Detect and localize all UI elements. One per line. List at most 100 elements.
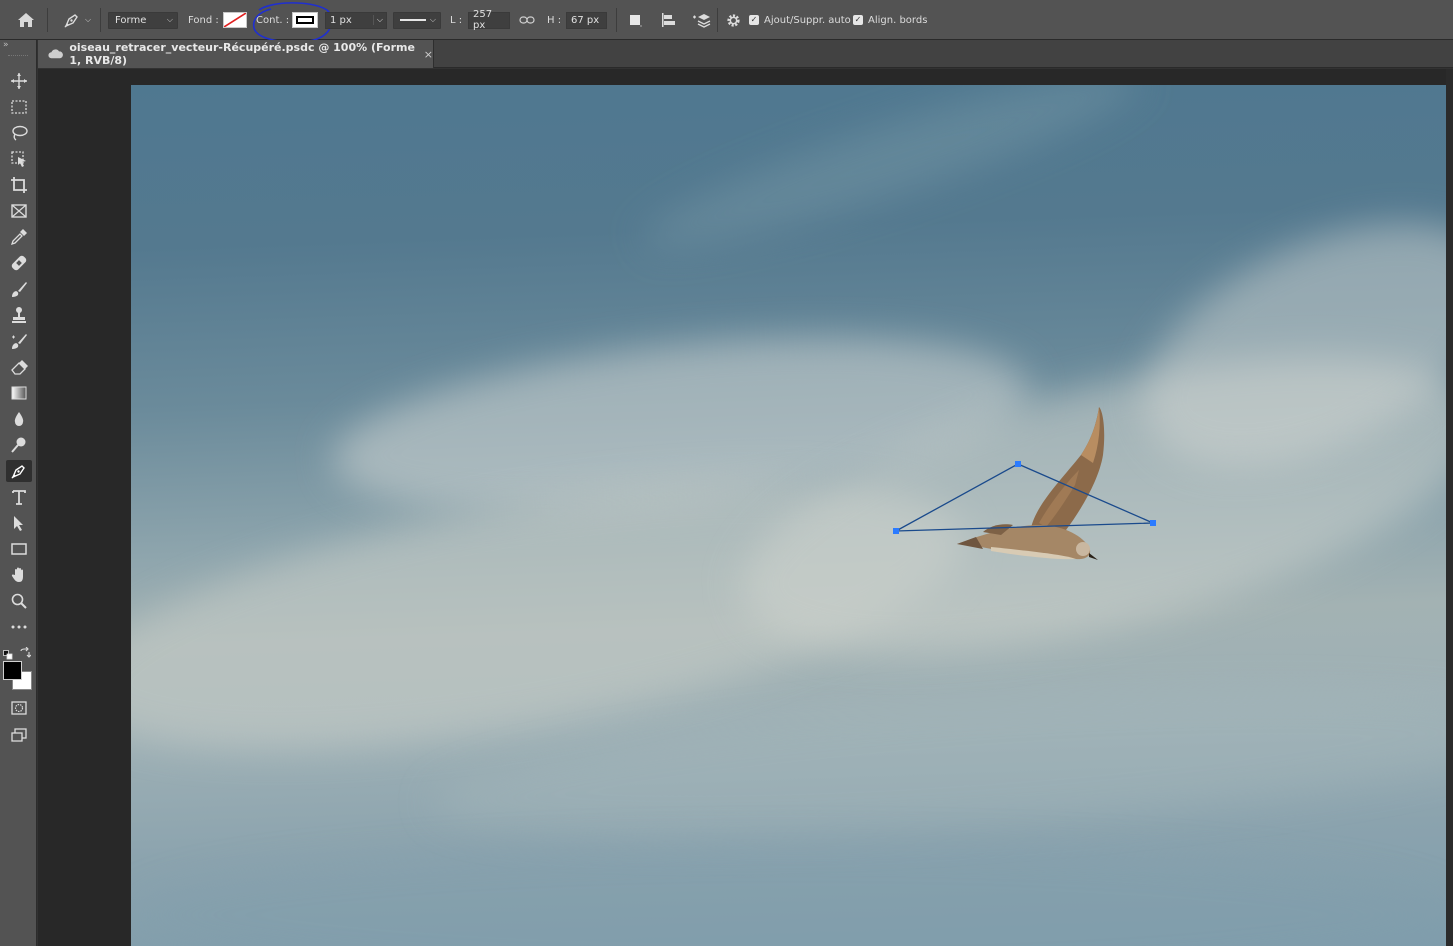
no-fill-icon bbox=[224, 13, 246, 27]
frame-icon bbox=[11, 204, 27, 218]
width-field[interactable]: 257 px bbox=[468, 9, 510, 31]
settings-button[interactable] bbox=[724, 0, 742, 40]
eyedropper-icon bbox=[10, 229, 27, 246]
type-tool[interactable] bbox=[6, 486, 32, 508]
align-icon bbox=[662, 13, 675, 27]
more-tools-icon bbox=[11, 625, 27, 629]
arrange-icon bbox=[693, 14, 711, 28]
stroke-width-field[interactable]: 1 px ⌵ bbox=[325, 11, 387, 29]
rectangle-icon bbox=[11, 543, 27, 555]
panel-grip[interactable] bbox=[8, 55, 28, 57]
clone-stamp-icon bbox=[12, 307, 26, 323]
marquee-tool[interactable] bbox=[6, 96, 32, 118]
dodge-tool[interactable] bbox=[6, 434, 32, 456]
home-button[interactable] bbox=[15, 0, 37, 40]
chevron-down-icon: ⌵ bbox=[84, 15, 92, 24]
anchor-point[interactable] bbox=[1015, 461, 1021, 467]
swap-colors-button[interactable] bbox=[19, 644, 32, 658]
workspace bbox=[38, 69, 1453, 946]
move-icon bbox=[11, 73, 27, 89]
swap-colors-icon bbox=[20, 646, 32, 658]
default-colors-icon bbox=[3, 650, 13, 660]
foreground-color-swatch[interactable] bbox=[3, 661, 22, 680]
gradient-tool[interactable] bbox=[6, 382, 32, 404]
clone-stamp-tool[interactable] bbox=[6, 304, 32, 326]
eraser-tool[interactable] bbox=[6, 356, 32, 378]
align-edges-option[interactable]: ✓ Align. bords bbox=[853, 0, 927, 40]
cloud-icon bbox=[48, 49, 63, 59]
path-operations-button[interactable] bbox=[625, 0, 645, 40]
tool-mode-value: Forme bbox=[115, 14, 147, 26]
width-value: 257 px bbox=[473, 9, 493, 31]
path-selection-tool[interactable] bbox=[6, 512, 32, 534]
chevron-down-icon: ⌵ bbox=[166, 15, 173, 24]
crop-tool[interactable] bbox=[6, 174, 32, 196]
more-tools-button[interactable] bbox=[6, 616, 32, 638]
stroke-type-dropdown[interactable]: ⌵ bbox=[393, 11, 441, 29]
screen-mode-button[interactable] bbox=[6, 724, 32, 746]
healing-brush-tool[interactable] bbox=[6, 252, 32, 274]
frame-tool[interactable] bbox=[6, 200, 32, 222]
chevron-down-icon: ⌵ bbox=[372, 15, 383, 25]
tool-mode-dropdown[interactable]: Forme ⌵ bbox=[108, 11, 178, 29]
pen-tool-icon bbox=[11, 465, 25, 479]
document-canvas[interactable] bbox=[131, 85, 1453, 946]
blur-tool[interactable] bbox=[6, 408, 32, 430]
type-icon bbox=[12, 490, 26, 505]
object-selection-icon bbox=[11, 151, 26, 167]
lasso-icon bbox=[12, 125, 28, 141]
path-operations-icon bbox=[630, 15, 642, 27]
options-bar: ⌵ Forme ⌵ Fond : Cont. : 1 px ⌵ ⌵ L: 25… bbox=[0, 0, 1453, 43]
close-icon[interactable]: × bbox=[424, 48, 433, 61]
collapse-panel-icon[interactable]: » bbox=[3, 41, 9, 50]
shape-path[interactable] bbox=[895, 463, 1154, 532]
height-label: H : bbox=[547, 14, 562, 26]
brush-icon bbox=[12, 282, 27, 297]
auto-add-delete-option[interactable]: ✓ Ajout/Suppr. auto bbox=[749, 0, 851, 40]
anchor-point[interactable] bbox=[1150, 520, 1156, 526]
auto-add-delete-label: Ajout/Suppr. auto bbox=[764, 14, 851, 26]
path-selection-icon bbox=[14, 516, 23, 531]
tools-panel: » bbox=[0, 40, 37, 946]
document-tab[interactable]: oiseau_retracer_vecteur-Récupéré.psdc @ … bbox=[38, 40, 434, 68]
history-brush-tool[interactable] bbox=[6, 330, 32, 352]
seagull bbox=[957, 407, 1105, 560]
path-arrangement-button[interactable] bbox=[689, 0, 713, 40]
height-value: 67 px bbox=[571, 14, 600, 26]
link-dimensions-button[interactable] bbox=[518, 0, 536, 40]
lasso-tool[interactable] bbox=[6, 122, 32, 144]
align-edges-checkbox[interactable]: ✓ bbox=[853, 15, 863, 25]
blur-icon bbox=[14, 412, 24, 426]
pen-tool-icon bbox=[64, 14, 78, 28]
fill-swatch[interactable] bbox=[223, 12, 247, 28]
photoshop-window: ⌵ Forme ⌵ Fond : Cont. : 1 px ⌵ ⌵ L: 25… bbox=[0, 0, 1453, 946]
healing-brush-icon bbox=[11, 255, 27, 271]
rectangle-tool[interactable] bbox=[6, 538, 32, 560]
hand-icon bbox=[11, 567, 23, 582]
marquee-icon bbox=[11, 100, 27, 114]
default-colors-button[interactable] bbox=[3, 645, 13, 660]
quick-mask-icon bbox=[11, 701, 27, 715]
eyedropper-tool[interactable] bbox=[6, 226, 32, 248]
link-icon bbox=[519, 16, 535, 24]
tool-preset-picker[interactable]: ⌵ bbox=[58, 0, 96, 40]
move-tool[interactable] bbox=[6, 70, 32, 92]
canvas-overlay bbox=[893, 407, 1156, 560]
object-selection-tool[interactable] bbox=[6, 148, 32, 170]
quick-mask-button[interactable] bbox=[6, 697, 32, 719]
auto-add-delete-checkbox[interactable]: ✓ bbox=[749, 15, 759, 25]
hand-tool[interactable] bbox=[6, 564, 32, 586]
gradient-icon bbox=[11, 386, 27, 400]
brush-tool[interactable] bbox=[6, 278, 32, 300]
stroke-width-value: 1 px bbox=[330, 14, 352, 26]
solid-line-icon bbox=[400, 19, 426, 21]
width-label: L : bbox=[450, 14, 463, 26]
height-field[interactable]: 67 px bbox=[566, 11, 607, 29]
fill-label: Fond : bbox=[188, 14, 219, 26]
anchor-point[interactable] bbox=[893, 528, 899, 534]
history-brush-icon bbox=[12, 334, 27, 349]
zoom-tool[interactable] bbox=[6, 590, 32, 612]
path-alignment-button[interactable] bbox=[657, 0, 679, 40]
vertical-scrollbar[interactable] bbox=[1446, 69, 1453, 946]
pen-tool[interactable] bbox=[6, 460, 32, 482]
